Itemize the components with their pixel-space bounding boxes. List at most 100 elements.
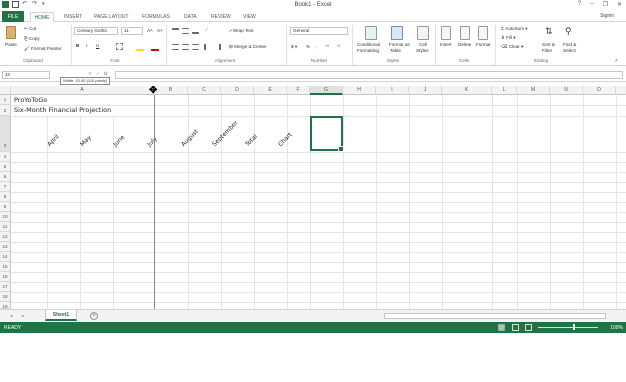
format-as-table-icon[interactable] [391, 26, 403, 40]
cell-a2[interactable]: Six-Month Financial Projection [14, 106, 111, 114]
month-header-may[interactable]: May [79, 134, 93, 148]
orientation-icon[interactable]: ⟋ [205, 27, 208, 32]
paste-button[interactable]: Paste [5, 42, 17, 47]
normal-view-icon[interactable] [498, 324, 505, 331]
restore-button[interactable]: ❐ [603, 1, 608, 8]
increase-indent-icon[interactable] [214, 44, 221, 50]
copy-button[interactable]: ⎘ Copy [24, 36, 40, 41]
fill-color-icon[interactable] [136, 43, 144, 51]
user-signin[interactable]: Signin [600, 13, 614, 19]
row-header[interactable]: 14 [0, 252, 11, 262]
tab-review[interactable]: REVIEW [211, 12, 231, 22]
align-top-icon[interactable] [172, 28, 179, 34]
comma-style-icon[interactable]: , [316, 44, 317, 49]
zoom-slider-thumb[interactable] [573, 324, 575, 330]
next-sheet-icon[interactable]: ▸ [22, 313, 24, 319]
row-header[interactable]: 7 [0, 182, 11, 192]
row-header[interactable]: 11 [0, 222, 11, 232]
row-header[interactable]: 12 [0, 232, 11, 242]
cell-styles-button[interactable]: Cell [419, 42, 427, 47]
month-header-july[interactable]: July [146, 135, 159, 148]
sort-filter-icon[interactable]: ⇅ [545, 26, 553, 37]
column-header[interactable]: E [254, 86, 287, 95]
decrease-indent-icon[interactable] [204, 44, 211, 50]
row-header[interactable]: 16 [0, 272, 11, 282]
page-break-view-icon[interactable] [525, 324, 532, 331]
insert-cells-icon[interactable] [441, 26, 451, 40]
column-header[interactable]: F [287, 86, 310, 95]
active-cell[interactable] [310, 116, 344, 152]
row-header[interactable]: 1 [0, 95, 11, 105]
row-header[interactable]: 6 [0, 172, 11, 182]
month-header-august[interactable]: August [180, 128, 200, 148]
align-middle-icon[interactable] [182, 28, 189, 34]
tab-file[interactable]: FILE [2, 11, 24, 22]
zoom-slider[interactable] [538, 327, 598, 328]
prev-sheet-icon[interactable]: ◂ [10, 313, 12, 319]
accounting-format-icon[interactable]: $ ▾ [291, 44, 297, 50]
header-chart[interactable]: Chart [277, 131, 294, 148]
row-header[interactable]: 19 [0, 302, 11, 309]
row-header[interactable]: 4 [0, 152, 11, 162]
insert-cells-button[interactable]: Insert [440, 42, 452, 47]
help-button[interactable]: ? [578, 1, 581, 8]
align-center-icon[interactable] [182, 44, 189, 50]
align-right-icon[interactable] [192, 44, 199, 50]
font-size-select[interactable]: 11 [121, 27, 143, 35]
conditional-formatting-button[interactable]: Conditional [357, 42, 380, 47]
format-painter-button[interactable]: 🖌 Format Painter [24, 46, 62, 52]
sheet-tab[interactable]: Sheet1 [45, 310, 77, 321]
row-header-selected[interactable]: 3 [0, 116, 11, 152]
fill-button[interactable]: ⬇ Fill ▾ [501, 35, 516, 41]
row-header[interactable]: 17 [0, 282, 11, 292]
tab-data[interactable]: DATA [184, 12, 197, 22]
column-header[interactable]: D [221, 86, 254, 95]
add-sheet-icon[interactable]: + [90, 312, 98, 320]
page-layout-view-icon[interactable] [512, 324, 519, 331]
row-header[interactable]: 13 [0, 242, 11, 252]
horizontal-scrollbar[interactable] [384, 313, 606, 319]
autosum-button[interactable]: Σ AutoSum ▾ [501, 26, 528, 32]
merge-center-button[interactable]: ⊞ Merge & Center [229, 44, 267, 50]
wrap-text-button[interactable]: ⤶ Wrap Text [229, 28, 253, 33]
column-header[interactable]: O [583, 86, 616, 95]
month-header-september[interactable]: September [211, 120, 239, 148]
header-total[interactable]: Total [244, 133, 259, 148]
borders-icon[interactable] [116, 43, 123, 50]
column-header[interactable]: C [188, 86, 221, 95]
paste-icon[interactable] [6, 26, 16, 39]
column-header[interactable]: M [517, 86, 550, 95]
month-header-april[interactable]: April [46, 133, 61, 148]
row-header[interactable]: 15 [0, 262, 11, 272]
worksheet-grid[interactable]: A B C D E F G H I J K L M N O 1 2 3 4 5 … [0, 86, 626, 309]
column-header[interactable]: A [11, 86, 154, 95]
tab-home[interactable]: HOME [30, 12, 54, 22]
row-header[interactable]: 2 [0, 105, 11, 116]
row-header[interactable]: 18 [0, 292, 11, 302]
align-left-icon[interactable] [172, 44, 179, 50]
column-header[interactable]: K [442, 86, 492, 95]
conditional-formatting-icon[interactable] [365, 26, 377, 40]
tab-formulas[interactable]: FORMULAS [142, 12, 170, 22]
format-cells-icon[interactable] [478, 26, 488, 40]
column-header[interactable]: H [343, 86, 376, 95]
formula-input[interactable] [115, 71, 623, 79]
tab-insert[interactable]: INSERT [64, 12, 82, 22]
column-header[interactable]: J [409, 86, 442, 95]
find-select-icon[interactable]: ⚲ [565, 26, 572, 37]
font-color-icon[interactable] [151, 43, 159, 51]
insert-function-icon[interactable]: fx [104, 71, 108, 76]
column-header-selected[interactable]: G [310, 86, 343, 95]
row-header[interactable]: 9 [0, 202, 11, 212]
row-header[interactable]: 8 [0, 192, 11, 202]
row-header[interactable]: 5 [0, 162, 11, 172]
format-cells-button[interactable]: Format [476, 42, 491, 47]
delete-cells-button[interactable]: Delete [458, 42, 471, 47]
find-select-button[interactable]: Find & [563, 42, 576, 47]
zoom-level[interactable]: 100% [610, 325, 623, 331]
decrease-decimal-icon[interactable]: ⁻⁰ [336, 44, 340, 50]
column-header[interactable]: L [492, 86, 517, 95]
column-header[interactable]: I [376, 86, 409, 95]
tab-view[interactable]: VIEW [243, 12, 256, 22]
close-button[interactable]: ✕ [617, 1, 622, 8]
